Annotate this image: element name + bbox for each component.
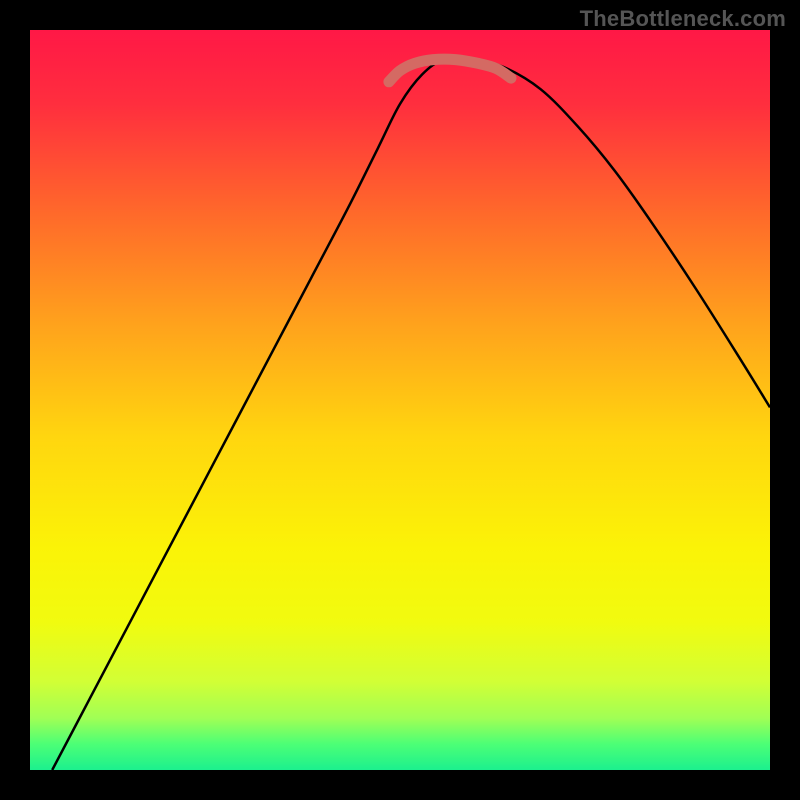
gradient-background (30, 30, 770, 770)
chart-svg (30, 30, 770, 770)
chart-frame: TheBottleneck.com (0, 0, 800, 800)
plot-area (30, 30, 770, 770)
watermark-text: TheBottleneck.com (580, 6, 786, 32)
